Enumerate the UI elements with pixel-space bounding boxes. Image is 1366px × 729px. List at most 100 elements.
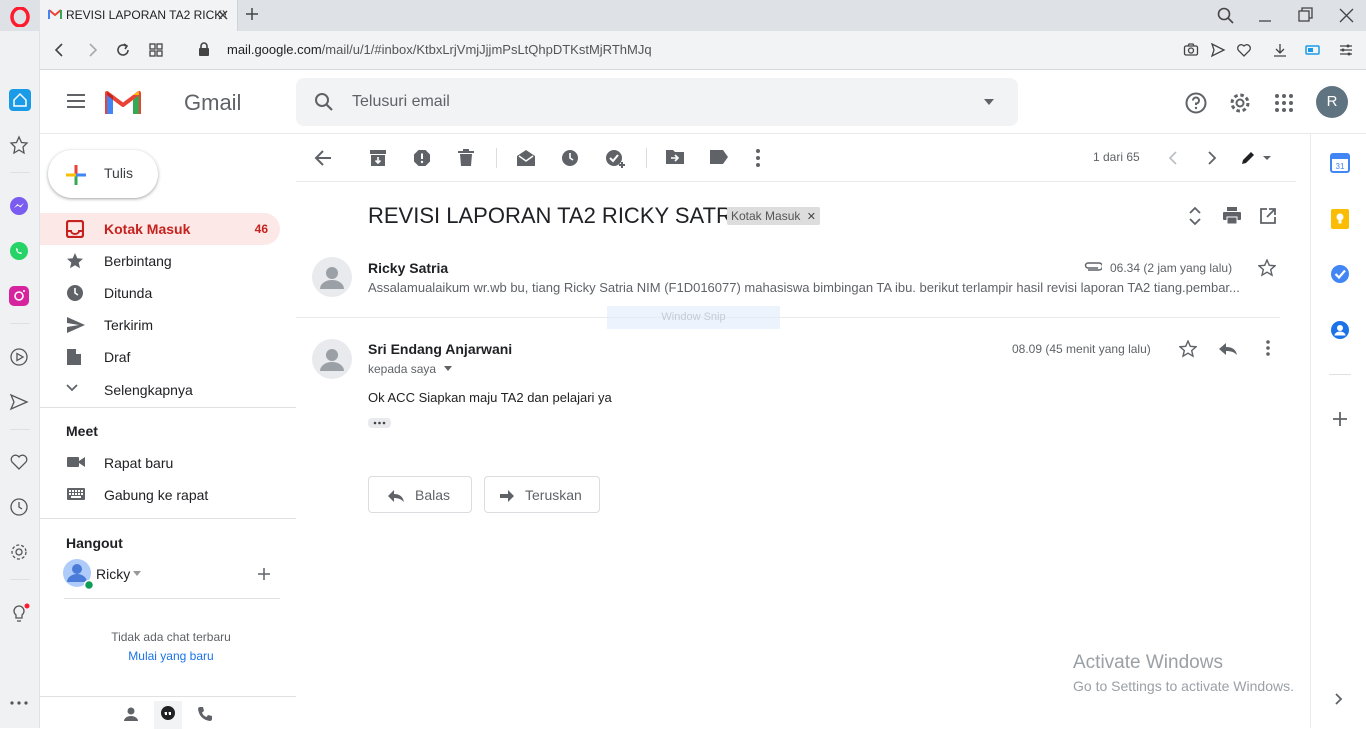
keep-icon[interactable]: [1330, 208, 1350, 230]
more-dots-icon[interactable]: [9, 698, 29, 708]
show-details-icon[interactable]: [444, 366, 452, 371]
help-icon[interactable]: [1185, 92, 1207, 114]
meet-join-meeting[interactable]: Gabung ke rapat: [40, 479, 280, 511]
start-new-chat-link[interactable]: Mulai yang baru: [40, 649, 302, 663]
report-spam-icon[interactable]: [413, 149, 431, 167]
no-chats-text: Tidak ada chat terbaru: [111, 630, 231, 644]
message-expanded: Sri Endang Anjarwani 08.09 (45 menit yan…: [296, 320, 1280, 440]
label-icon[interactable]: [709, 149, 729, 165]
open-new-window-icon[interactable]: [1260, 208, 1276, 224]
search-icon[interactable]: [314, 92, 334, 112]
instagram-icon[interactable]: [9, 286, 29, 306]
gmail-logo-icon[interactable]: [105, 88, 141, 116]
main-menu-icon[interactable]: [66, 93, 86, 109]
label-chip[interactable]: Kotak Masuk ✕: [727, 207, 820, 225]
newer-icon[interactable]: [1168, 151, 1178, 165]
speed-dial-icon[interactable]: [148, 42, 164, 58]
expand-all-icon[interactable]: [1188, 207, 1202, 225]
panel-divider: [1329, 374, 1351, 375]
input-tools-icon[interactable]: [1241, 151, 1271, 165]
nav-item-snoozed[interactable]: Ditunda: [40, 277, 280, 309]
add-chat-icon[interactable]: [258, 568, 270, 580]
search-options-icon[interactable]: [983, 98, 995, 106]
apps-grid-icon[interactable]: [1274, 93, 1294, 113]
archive-icon[interactable]: [369, 149, 387, 167]
lock-icon[interactable]: [198, 42, 210, 57]
nav-item-more[interactable]: Selengkapnya: [40, 374, 280, 406]
message-more-icon[interactable]: [1266, 340, 1270, 356]
restore-icon[interactable]: [1298, 7, 1313, 23]
settings-icon[interactable]: [9, 542, 29, 562]
battery-saver-icon[interactable]: [1305, 43, 1321, 57]
reply-icon[interactable]: [1218, 342, 1238, 356]
snooze-icon[interactable]: [561, 149, 579, 167]
remove-label-icon[interactable]: ✕: [807, 211, 816, 223]
tips-bulb-icon[interactable]: [9, 603, 31, 625]
back-icon[interactable]: [52, 42, 68, 58]
reply-button[interactable]: Balas: [368, 476, 472, 513]
star-toggle-icon[interactable]: [1258, 259, 1276, 277]
mark-unread-icon[interactable]: [516, 149, 536, 167]
search-box[interactable]: [296, 78, 1018, 126]
phone-icon[interactable]: [197, 706, 213, 722]
close-tab-icon[interactable]: [216, 8, 230, 22]
download-icon[interactable]: [1272, 42, 1288, 58]
new-tab-icon[interactable]: [245, 7, 259, 21]
messenger-icon[interactable]: [9, 196, 29, 216]
browser-search-icon[interactable]: [1217, 7, 1234, 24]
delete-icon[interactable]: [458, 149, 474, 167]
player-icon[interactable]: [9, 347, 29, 367]
share-send-icon[interactable]: [1210, 42, 1226, 58]
url-field[interactable]: mail.google.com/mail/u/1/#inbox/KtbxLrjV…: [227, 42, 652, 57]
camera-icon[interactable]: [1183, 42, 1199, 58]
nav-item-sent[interactable]: Terkirim: [40, 309, 280, 341]
nav-label: Berbintang: [104, 253, 172, 269]
chat-tab[interactable]: [154, 701, 182, 729]
calendar-icon[interactable]: 31: [1330, 153, 1350, 173]
status-dropdown-icon[interactable]: [133, 571, 141, 576]
back-to-inbox-icon[interactable]: [314, 149, 332, 167]
history-icon[interactable]: [9, 497, 29, 517]
tasks-icon[interactable]: [1330, 264, 1350, 284]
print-icon[interactable]: [1223, 207, 1241, 224]
contacts-app-icon[interactable]: [1330, 320, 1350, 340]
search-input[interactable]: [352, 90, 952, 114]
forward-button[interactable]: Teruskan: [484, 476, 600, 513]
nav-item-drafts[interactable]: Draf: [40, 341, 280, 373]
show-trimmed-button[interactable]: [368, 418, 391, 428]
gear-icon[interactable]: [1229, 92, 1251, 114]
minimize-icon[interactable]: [1258, 7, 1272, 23]
meet-new-meeting[interactable]: Rapat baru: [40, 447, 280, 479]
chat-bottom-bar: [40, 696, 296, 729]
compose-button[interactable]: Tulis: [48, 150, 158, 198]
easy-setup-icon[interactable]: [1338, 42, 1354, 58]
bookmarks-icon[interactable]: [9, 135, 29, 155]
hangout-user[interactable]: Ricky: [62, 558, 280, 590]
close-window-icon[interactable]: [1339, 7, 1354, 23]
nav-item-inbox[interactable]: Kotak Masuk 46: [40, 213, 280, 245]
nav-item-starred[interactable]: Berbintang: [40, 245, 280, 277]
move-to-icon[interactable]: [665, 149, 685, 165]
get-addons-icon[interactable]: [1333, 412, 1347, 426]
older-icon[interactable]: [1207, 151, 1217, 165]
forward-icon[interactable]: [84, 42, 100, 58]
home-icon[interactable]: [9, 89, 31, 111]
send-flow-icon[interactable]: [9, 392, 29, 412]
message-collapsed[interactable]: Ricky Satria 06.34 (2 jam yang lalu) Ass…: [296, 245, 1280, 318]
reload-icon[interactable]: [115, 42, 131, 58]
hide-panel-icon[interactable]: [1335, 693, 1343, 705]
sender-name: Ricky Satria: [368, 260, 449, 276]
chevron-down-icon: [66, 384, 78, 392]
heart-icon[interactable]: [9, 452, 29, 472]
account-avatar[interactable]: R: [1316, 86, 1348, 118]
bookmark-heart-icon[interactable]: [1236, 42, 1252, 58]
more-actions-icon[interactable]: [756, 149, 760, 167]
browser-tab[interactable]: REVISI LAPORAN TA2 RICKY SATRIA: [40, 0, 238, 31]
whatsapp-icon[interactable]: [9, 241, 29, 261]
opera-logo[interactable]: [10, 7, 30, 27]
nav-divider: [40, 518, 296, 519]
sidebar-divider: [10, 579, 30, 580]
add-to-tasks-icon[interactable]: [605, 149, 627, 169]
contacts-icon[interactable]: [123, 706, 139, 722]
star-toggle-icon[interactable]: [1179, 340, 1197, 358]
